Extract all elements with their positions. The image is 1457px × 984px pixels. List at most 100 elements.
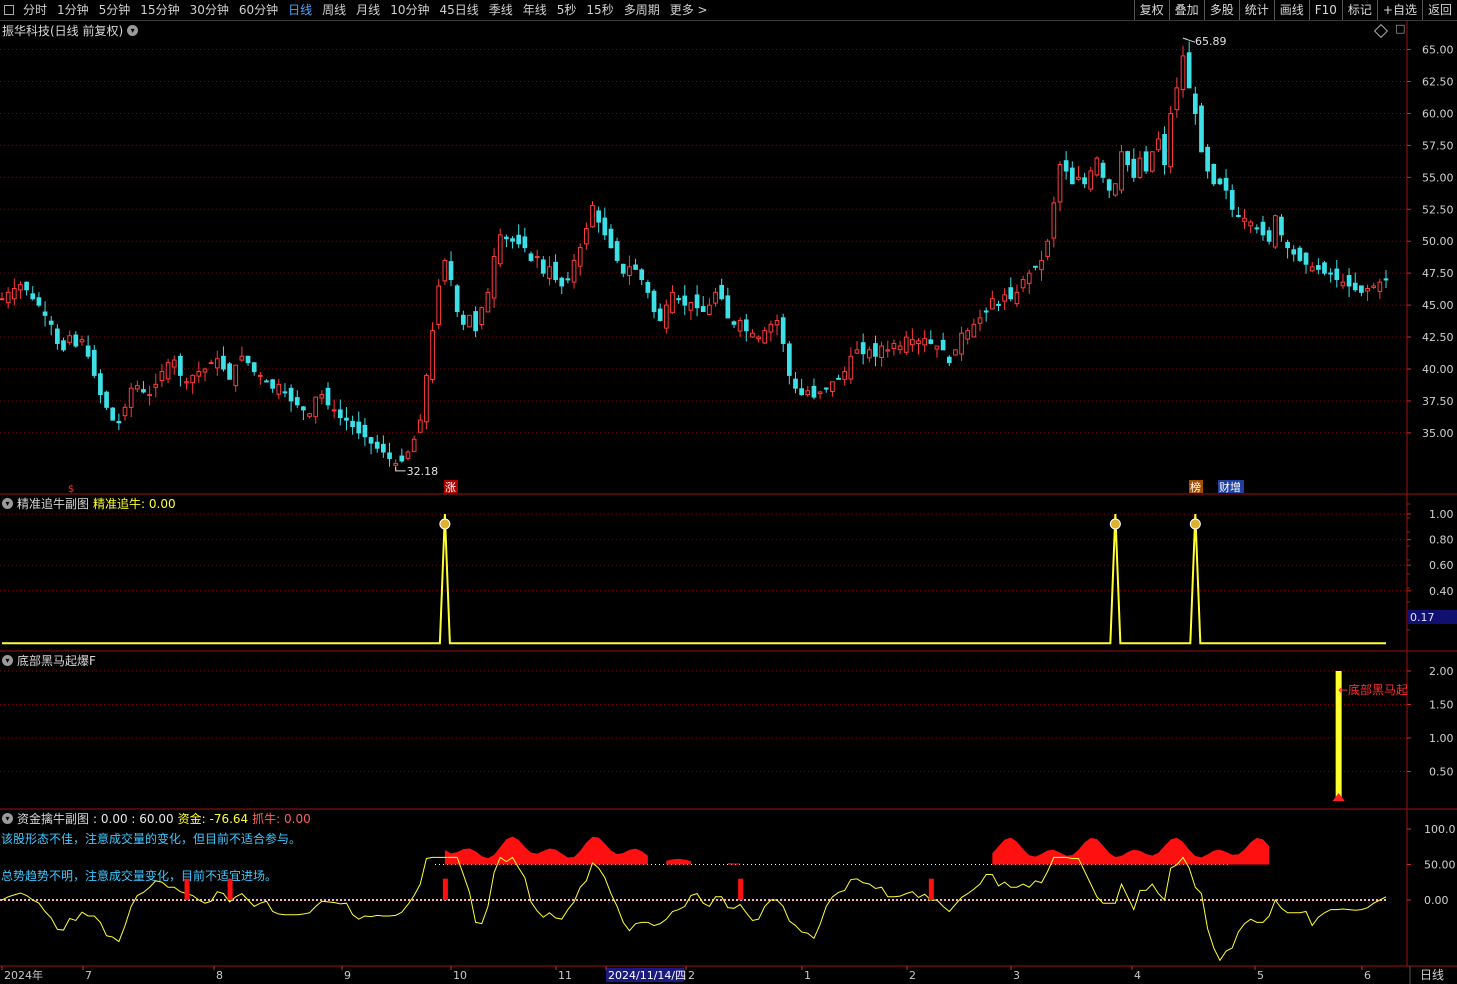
toolbar-button[interactable]: 复权: [1133, 0, 1169, 20]
candle-body: [1039, 259, 1044, 271]
candle-body: [959, 332, 964, 355]
x-axis-label: 3: [1013, 969, 1020, 982]
top-toolbar: 分时 1分钟 5分钟 15分钟 30分钟 60分钟 日线 周线 月线 10分钟 45日线 季线 年线 5秒…: [0, 0, 1457, 21]
toolbar-button[interactable]: 统计: [1238, 0, 1274, 20]
candle-body: [577, 247, 583, 267]
toolbar-button[interactable]: F10: [1308, 0, 1342, 20]
candle-body: [620, 263, 626, 274]
candle-body: [1279, 216, 1284, 236]
price-tick-label: 45.00: [1422, 299, 1454, 312]
candle-body: [313, 396, 319, 418]
candle-body: [934, 345, 940, 350]
toolbar-button[interactable]: 叠加: [1168, 0, 1204, 20]
x-axis-label: 4: [1134, 969, 1141, 982]
period-tab[interactable]: 45日线: [434, 0, 483, 20]
candle-body: [116, 420, 122, 424]
panel4-tick-label: 100.0: [1424, 823, 1456, 836]
candle-body: [916, 340, 921, 344]
candle-body: [184, 381, 189, 384]
period-tab[interactable]: 日线: [283, 0, 317, 20]
candle-body: [251, 362, 257, 373]
candle-body: [159, 371, 165, 382]
period-tab[interactable]: 30分钟: [185, 0, 234, 20]
toolbar-button[interactable]: 标记: [1341, 0, 1377, 20]
period-tab[interactable]: 5分钟: [94, 0, 136, 20]
moneybag-icon: [439, 518, 451, 530]
candle-body: [1217, 178, 1223, 185]
candle-body: [830, 381, 835, 392]
candle-body: [836, 377, 841, 380]
candle-body: [1266, 230, 1272, 242]
x-axis-label: 2: [909, 969, 916, 982]
x-axis-label: 1: [804, 969, 811, 982]
candle-body: [42, 311, 48, 316]
period-tab[interactable]: 分时: [18, 0, 52, 20]
candle-body: [1119, 151, 1124, 191]
period-tab[interactable]: 年线: [518, 0, 552, 20]
period-tab[interactable]: 季线: [484, 0, 518, 20]
period-tab[interactable]: 15秒: [581, 0, 618, 20]
panel4-tick-label: 50.00: [1424, 859, 1456, 872]
candle-body: [473, 311, 478, 332]
candle-body: [879, 345, 884, 359]
candle-body: [805, 390, 811, 396]
candle-body: [1303, 252, 1309, 265]
chart-canvas[interactable]: 65.0062.5060.0057.5055.0052.5050.0047.50…: [0, 21, 1457, 984]
layout-grid-icon[interactable]: [4, 5, 14, 15]
candle-body: [983, 310, 989, 313]
candle-body: [971, 323, 977, 338]
candle-body: [1291, 249, 1297, 255]
period-tab[interactable]: 60分钟: [234, 0, 283, 20]
candle-body: [817, 391, 823, 395]
period-tab[interactable]: 1分钟: [52, 0, 94, 20]
candle-body: [30, 293, 36, 300]
candle-body: [1069, 167, 1075, 185]
candle-body: [1088, 170, 1094, 190]
candle-body: [996, 303, 1001, 306]
candle-body: [1094, 157, 1100, 176]
toolbar-button[interactable]: 多股: [1203, 0, 1239, 20]
candle-body: [780, 317, 786, 344]
candle-body: [774, 319, 780, 326]
candle-body: [460, 314, 466, 325]
candle-body: [1125, 151, 1130, 166]
candle-body: [399, 455, 405, 462]
candle-body: [922, 337, 928, 346]
candle-body: [1045, 240, 1051, 257]
candle-body: [547, 266, 552, 279]
toolbar-button[interactable]: +自选: [1376, 0, 1422, 20]
price-tick-label: 55.00: [1422, 171, 1454, 184]
candle-body: [264, 380, 269, 383]
period-tab[interactable]: 周线: [317, 0, 351, 20]
candle-body: [768, 323, 774, 333]
panel4-fund-area: [727, 863, 741, 865]
candle-body: [504, 236, 509, 240]
candle-body: [559, 277, 565, 287]
candle-body: [239, 355, 245, 361]
candle-body: [1352, 282, 1358, 291]
candle-body: [319, 394, 325, 399]
toolbar-button[interactable]: 返回: [1421, 0, 1457, 20]
period-tab[interactable]: 10分钟: [385, 0, 434, 20]
candle-body: [190, 374, 196, 384]
price-tick-label: 57.50: [1422, 139, 1454, 152]
period-tab[interactable]: 15分钟: [135, 0, 184, 20]
candle-body: [639, 269, 645, 281]
panel3-tick-label: 1.00: [1429, 732, 1454, 745]
candle-body: [368, 437, 374, 444]
candle-body: [645, 281, 651, 293]
price-tick-label: 60.00: [1422, 107, 1454, 120]
period-tab[interactable]: 5秒: [552, 0, 582, 20]
candle-body: [1242, 217, 1247, 222]
candle-body: [141, 389, 146, 393]
moneybag-icon: [1109, 518, 1121, 530]
panel3-annotation: ←底部黑马起: [1338, 682, 1408, 697]
period-tab[interactable]: 更多 >: [665, 0, 713, 20]
candle-body: [510, 238, 515, 242]
period-tab[interactable]: 月线: [351, 0, 385, 20]
panel4-fund-area: [666, 858, 691, 865]
candle-body: [258, 374, 263, 377]
toolbar-button[interactable]: 画线: [1273, 0, 1309, 20]
x-axis-label: 7: [85, 969, 92, 982]
period-tab[interactable]: 多周期: [619, 0, 665, 20]
